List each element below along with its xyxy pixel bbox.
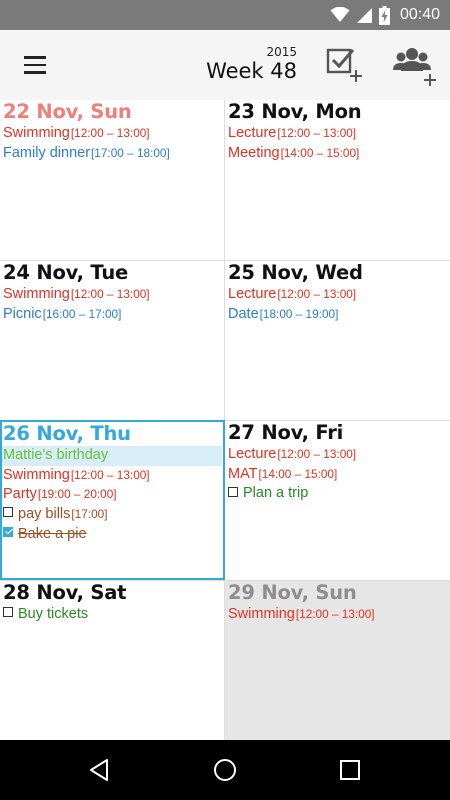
home-icon[interactable]	[209, 754, 241, 786]
event-time: [12:00 – 13:00]	[277, 126, 357, 140]
task-checkbox[interactable]	[228, 486, 238, 497]
task-title: Plan a trip	[243, 485, 309, 502]
task-item[interactable]: pay bills[17:00]	[3, 505, 222, 525]
app-bar: 2015 Week 48	[0, 30, 450, 100]
event-time: [14:00 – 15:00]	[258, 466, 338, 481]
event-title: Mattie's birthday	[3, 447, 109, 463]
event-title: Swimming	[3, 466, 70, 483]
status-bar: 00:40	[0, 0, 450, 30]
hamburger-menu-icon[interactable]	[14, 50, 56, 80]
event-time: [12:00 – 13:00]	[70, 126, 150, 140]
task-checkbox[interactable]	[3, 607, 13, 618]
recents-icon[interactable]	[334, 754, 366, 786]
event-time: [12:00 – 13:00]	[277, 287, 357, 301]
event-item[interactable]: Date[18:00 – 19:00]	[228, 305, 447, 325]
event-title: Family dinner	[3, 144, 91, 161]
add-people-icon[interactable]	[390, 44, 438, 88]
cell-signal-icon	[356, 7, 372, 23]
day-header: 23 Nov, Mon	[228, 100, 362, 123]
day-cell-thu-26-today[interactable]: 26 Nov, Thu Mattie's birthday Swimming[1…	[0, 420, 225, 580]
event-item[interactable]: Lecture[12:00 – 13:00]	[228, 124, 447, 144]
day-cell-wed-25[interactable]: 25 Nov, Wed Lecture[12:00 – 13:00] Date[…	[225, 260, 450, 420]
event-title: Lecture	[228, 446, 277, 462]
task-title: pay bills	[18, 506, 71, 523]
week-year: 2015	[266, 45, 297, 59]
day-cell-fri-27[interactable]: 27 Nov, Fri Lecture[12:00 – 13:00] MAT[1…	[225, 420, 450, 580]
event-time: [12:00 – 13:00]	[295, 607, 375, 621]
day-header: 27 Nov, Fri	[228, 421, 344, 444]
event-item[interactable]: Meeting[14:00 – 15:00]	[228, 144, 447, 164]
event-title: MAT	[228, 465, 258, 482]
day-cell-tue-24[interactable]: 24 Nov, Tue Swimming[12:00 – 13:00] Picn…	[0, 260, 225, 420]
day-cell-sun-22[interactable]: 22 Nov, Sun Swimming[12:00 – 13:00] Fami…	[0, 100, 225, 260]
day-cell-sat-28[interactable]: 28 Nov, Sat Buy tickets	[0, 580, 225, 740]
task-item-completed[interactable]: Bake a pie	[3, 525, 222, 545]
task-title: Buy tickets	[18, 606, 89, 622]
task-time: [17:00]	[71, 507, 108, 522]
event-item[interactable]: Swimming[12:00 – 13:00]	[3, 124, 221, 144]
day-header: 22 Nov, Sun	[3, 100, 132, 123]
day-header: 29 Nov, Sun	[228, 581, 357, 604]
event-title: Meeting	[228, 144, 280, 161]
event-item[interactable]: Family dinner[17:00 – 18:00]	[3, 144, 221, 164]
task-checkbox[interactable]	[3, 507, 13, 518]
task-item[interactable]: Buy tickets	[3, 605, 221, 625]
event-item[interactable]: Lecture[12:00 – 13:00]	[228, 285, 447, 305]
event-title: Lecture	[228, 286, 277, 302]
event-item[interactable]: MAT[14:00 – 15:00]	[228, 465, 447, 485]
event-title: Picnic	[3, 305, 42, 322]
event-item[interactable]: Party[19:00 – 20:00]	[3, 485, 222, 505]
event-time: [14:00 – 15:00]	[280, 145, 360, 160]
event-item[interactable]: Lecture[12:00 – 13:00]	[228, 445, 447, 465]
event-time: [12:00 – 13:00]	[70, 287, 150, 301]
week-title: 2015 Week 48	[206, 45, 297, 83]
day-header: 24 Nov, Tue	[3, 261, 129, 284]
event-time: [16:00 – 17:00]	[42, 306, 122, 321]
wifi-icon	[330, 7, 350, 22]
battery-charging-icon	[378, 5, 390, 25]
event-time: [18:00 – 19:00]	[259, 306, 339, 321]
event-title: Lecture	[228, 125, 277, 141]
day-header: 26 Nov, Thu	[3, 422, 131, 445]
event-item[interactable]: Picnic[16:00 – 17:00]	[3, 305, 221, 325]
event-time: [19:00 – 20:00]	[37, 487, 117, 502]
event-item[interactable]: Swimming[12:00 – 13:00]	[3, 466, 222, 486]
task-checkbox-checked[interactable]	[3, 526, 13, 537]
day-header: 28 Nov, Sat	[3, 581, 127, 604]
add-task-icon[interactable]	[322, 44, 366, 88]
all-day-event[interactable]: Mattie's birthday	[2, 446, 222, 466]
task-title: Bake a pie	[18, 525, 87, 542]
navigation-bar	[0, 740, 450, 800]
event-title: Party	[3, 486, 37, 503]
event-time: [12:00 – 13:00]	[277, 447, 357, 461]
day-cell-sun-29[interactable]: 29 Nov, Sun Swimming[12:00 – 13:00]	[225, 580, 450, 740]
event-item[interactable]: Swimming[12:00 – 13:00]	[228, 605, 447, 625]
day-header: 25 Nov, Wed	[228, 261, 363, 284]
status-time: 00:40	[399, 6, 440, 23]
event-title: Date	[228, 305, 259, 322]
day-cell-mon-23[interactable]: 23 Nov, Mon Lecture[12:00 – 13:00] Meeti…	[225, 100, 450, 260]
week-grid: 22 Nov, Sun Swimming[12:00 – 13:00] Fami…	[0, 100, 450, 740]
event-title: Swimming	[228, 606, 295, 622]
task-item[interactable]: Plan a trip	[228, 484, 447, 504]
event-title: Swimming	[3, 125, 70, 141]
event-time: [12:00 – 13:00]	[70, 467, 150, 482]
back-icon[interactable]	[84, 754, 116, 786]
event-time: [17:00 – 18:00]	[91, 145, 170, 160]
event-title: Swimming	[3, 286, 70, 302]
week-label: Week 48	[206, 59, 297, 83]
event-item[interactable]: Swimming[12:00 – 13:00]	[3, 285, 221, 305]
